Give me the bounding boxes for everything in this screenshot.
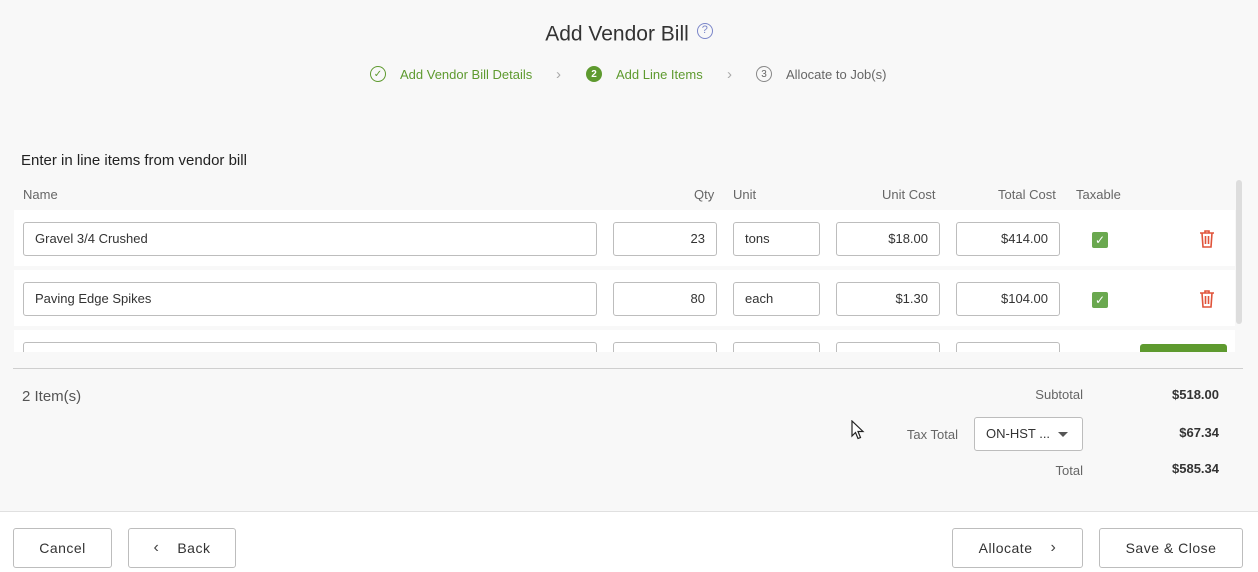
scrollbar[interactable] xyxy=(1236,180,1242,324)
unit-input[interactable]: tons xyxy=(733,222,820,256)
column-header-unit-cost: Unit Cost xyxy=(882,187,936,202)
chevron-left-icon: ‹ xyxy=(153,539,160,556)
chevron-right-icon: › xyxy=(556,66,561,83)
item-count: 2 Item(s) xyxy=(22,388,82,405)
unit-cost-input[interactable]: $1.30 xyxy=(836,282,940,316)
column-header-taxable: Taxable xyxy=(1076,187,1121,202)
step-label: Add Line Items xyxy=(616,66,703,82)
step-add-line-items[interactable]: 2 Add Line Items xyxy=(586,64,703,84)
caret-down-icon xyxy=(1058,432,1068,437)
line-items-list: Gravel 3/4 Crushed 23 tons $18.00 $414.0… xyxy=(14,210,1235,352)
unit-input[interactable]: each xyxy=(733,282,820,316)
taxable-checkbox[interactable]: ✓ xyxy=(1092,232,1108,248)
help-icon[interactable]: ? xyxy=(696,23,713,40)
subtotal-value: $518.00 xyxy=(1172,387,1219,402)
back-button[interactable]: ‹ Back xyxy=(128,528,236,568)
tax-total-label: Tax Total xyxy=(906,427,958,442)
total-label: Total xyxy=(1055,463,1083,478)
tax-rate-value: ON-HST ... xyxy=(986,426,1051,441)
step-allocate-to-jobs[interactable]: 3 Allocate to Job(s) xyxy=(756,64,886,84)
cancel-label: Cancel xyxy=(39,540,86,556)
mouse-cursor-icon xyxy=(851,420,865,440)
save-close-button[interactable]: Save & Close xyxy=(1099,528,1243,568)
save-close-label: Save & Close xyxy=(1125,540,1217,556)
trash-icon[interactable] xyxy=(1199,229,1215,249)
footer-bar: Cancel ‹ Back Allocate › Save & Close xyxy=(0,511,1258,572)
qty-input[interactable]: 80 xyxy=(613,282,717,316)
unit-cost-input[interactable]: $18.00 xyxy=(836,222,940,256)
step-label: Allocate to Job(s) xyxy=(786,66,887,82)
item-name-input[interactable]: Gravel 3/4 Crushed xyxy=(23,222,597,256)
check-icon: ✓ xyxy=(370,66,386,82)
step-number: 2 xyxy=(586,66,602,82)
add-line-item-button[interactable] xyxy=(1140,344,1227,352)
column-header-name: Name xyxy=(23,187,58,202)
column-header-total-cost: Total Cost xyxy=(998,187,1056,202)
trash-icon[interactable] xyxy=(1199,289,1215,309)
column-header-unit: Unit xyxy=(733,187,757,202)
page-title-row: Add Vendor Bill? xyxy=(0,22,1258,46)
table-row: Paving Edge Spikes 80 each $1.30 $104.00… xyxy=(14,270,1235,326)
item-name-input[interactable] xyxy=(23,342,597,352)
allocate-button[interactable]: Allocate › xyxy=(952,528,1083,568)
total-cost-input[interactable] xyxy=(956,342,1060,352)
back-label: Back xyxy=(177,540,211,556)
table-row-new xyxy=(14,330,1235,352)
tax-total-value: $67.34 xyxy=(1179,425,1219,440)
section-title: Enter in line items from vendor bill xyxy=(21,152,247,169)
chevron-right-icon: › xyxy=(727,66,732,83)
step-label: Add Vendor Bill Details xyxy=(400,66,533,82)
allocate-label: Allocate xyxy=(978,540,1033,556)
column-header-qty: Qty xyxy=(694,187,715,202)
total-value: $585.34 xyxy=(1172,461,1219,476)
page-title: Add Vendor Bill xyxy=(545,22,689,46)
step-vendor-bill-details[interactable]: ✓ Add Vendor Bill Details xyxy=(370,64,532,84)
total-cost-input[interactable]: $104.00 xyxy=(956,282,1060,316)
tax-rate-select[interactable]: ON-HST ... xyxy=(974,417,1083,451)
subtotal-label: Subtotal xyxy=(1035,387,1083,402)
divider xyxy=(13,368,1243,369)
cancel-button[interactable]: Cancel xyxy=(13,528,112,568)
unit-input[interactable] xyxy=(733,342,820,352)
taxable-checkbox[interactable]: ✓ xyxy=(1092,292,1108,308)
qty-input[interactable]: 23 xyxy=(613,222,717,256)
stepper: ✓ Add Vendor Bill Details › 2 Add Line I… xyxy=(0,64,1258,84)
total-cost-input[interactable]: $414.00 xyxy=(956,222,1060,256)
step-number: 3 xyxy=(756,66,772,82)
item-name-input[interactable]: Paving Edge Spikes xyxy=(23,282,597,316)
unit-cost-input[interactable] xyxy=(836,342,940,352)
qty-input[interactable] xyxy=(613,342,717,352)
chevron-right-icon: › xyxy=(1050,539,1057,556)
table-row: Gravel 3/4 Crushed 23 tons $18.00 $414.0… xyxy=(14,210,1235,266)
